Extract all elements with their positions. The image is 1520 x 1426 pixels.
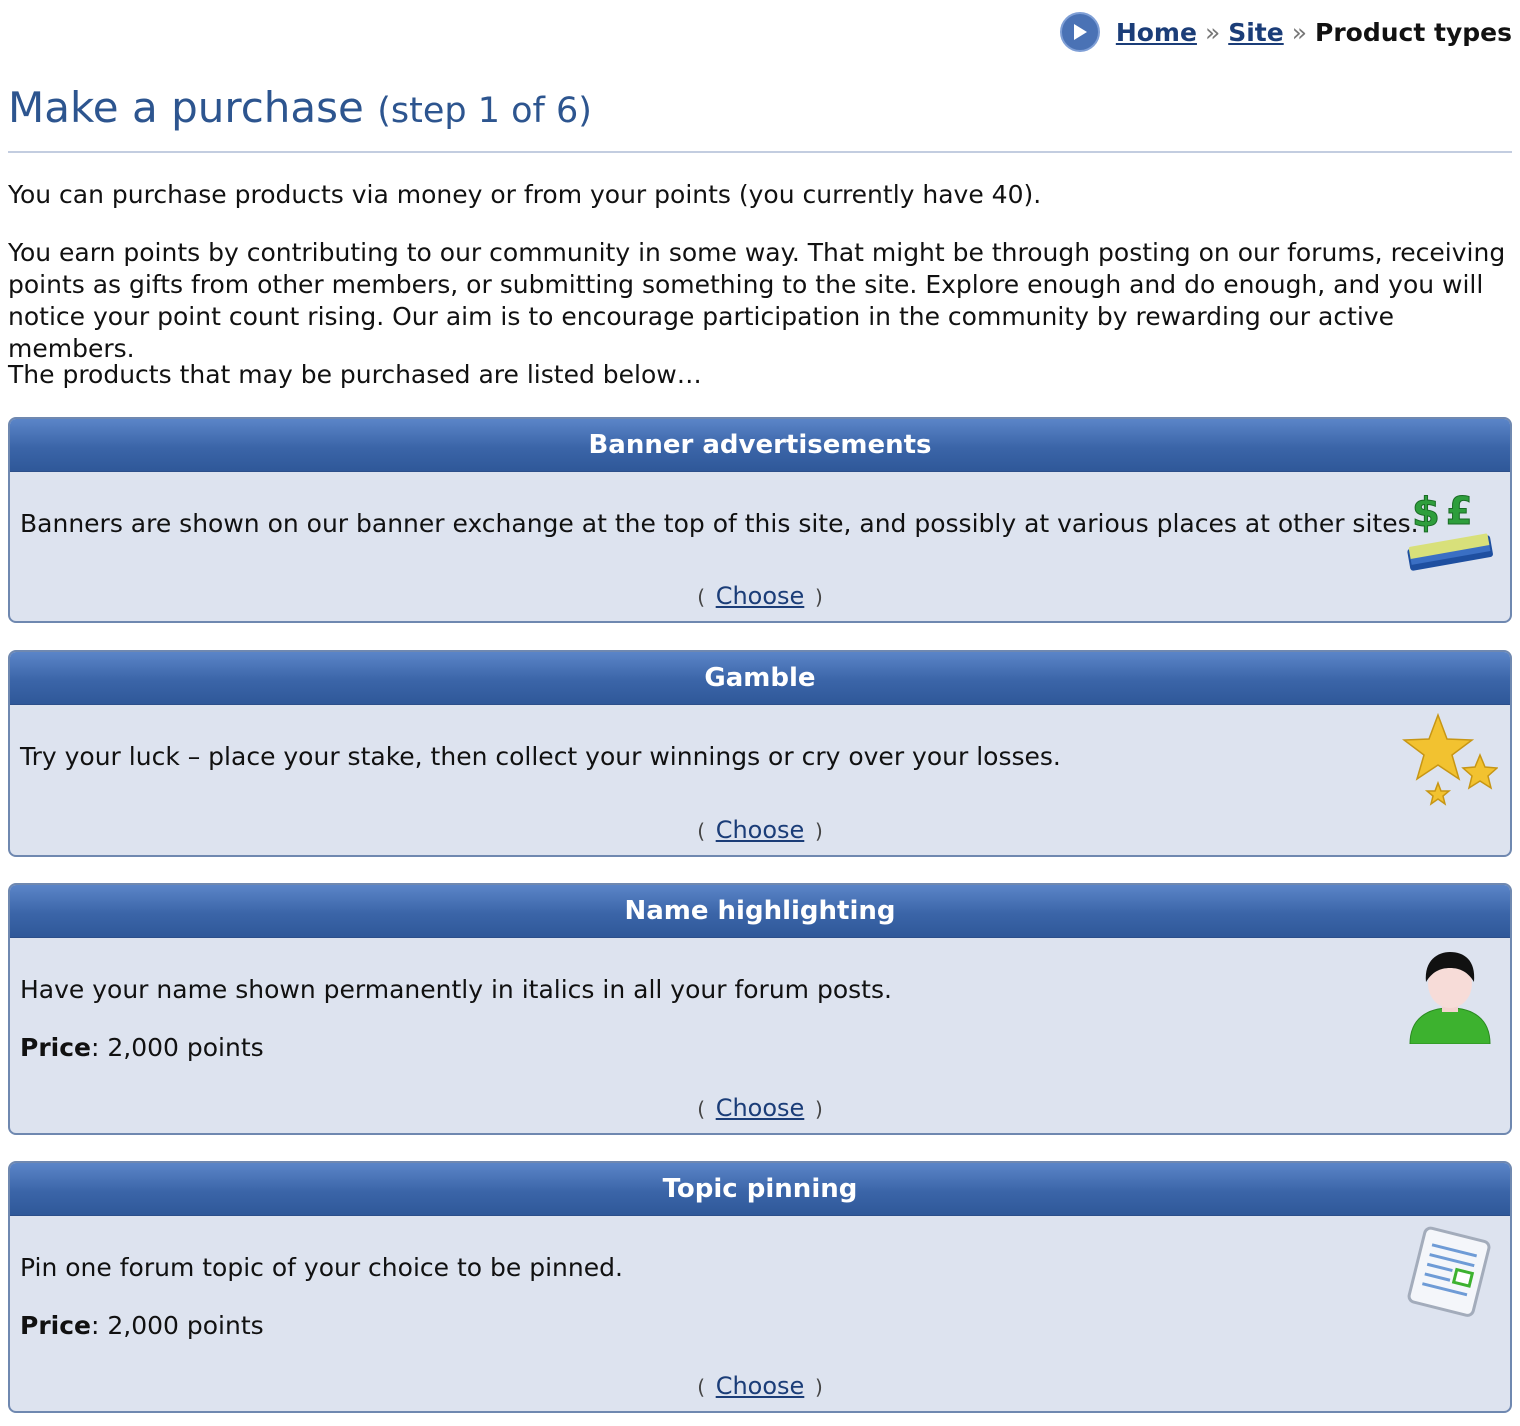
choose-action: ( Choose ) [10,1372,1510,1400]
page-title-text: Make a purchase [8,83,364,132]
money-banner-icon: $ £ [1402,484,1498,580]
product-title: Gamble [10,652,1510,705]
price-label: Price [20,1311,91,1340]
price-value: : 2,000 points [91,1311,264,1340]
product-card-topic-pinning: Topic pinning Pin one forum topic of you… [8,1161,1512,1413]
intro-points-text: You can purchase products via money or f… [8,180,1042,209]
choose-action: ( Choose ) [10,1094,1510,1122]
paren-open: ( [697,819,706,843]
choose-link-banner-advertisements[interactable]: Choose [716,582,805,610]
svg-text:$: $ [1412,490,1440,536]
breadcrumb-home-link[interactable]: Home [1116,18,1197,47]
intro-products-listed-text: The products that may be purchased are l… [8,360,702,389]
svg-text:£: £ [1446,489,1472,533]
product-card-gamble: Gamble Try your luck – place your stake,… [8,650,1512,857]
product-price: Price: 2,000 points [20,1032,264,1064]
breadcrumb-site-link[interactable]: Site [1228,18,1283,47]
breadcrumb-separator: » [1291,17,1308,47]
play-arrow-icon [1059,12,1100,52]
product-title: Name highlighting [10,885,1510,938]
paren-close: ) [814,1375,823,1399]
product-card-banner-advertisements: Banner advertisements Banners are shown … [8,417,1512,623]
choose-action: ( Choose ) [10,582,1510,610]
paren-open: ( [697,1097,706,1121]
product-description: Pin one forum topic of your choice to be… [20,1253,623,1282]
page-step-indicator: (step 1 of 6) [377,91,592,131]
stars-icon [1401,712,1499,809]
product-title: Banner advertisements [10,419,1510,472]
choose-link-topic-pinning[interactable]: Choose [716,1372,805,1400]
paren-open: ( [697,1375,706,1399]
document-icon [1402,1224,1498,1320]
paren-close: ) [814,819,823,843]
product-card-name-highlighting: Name highlighting Have your name shown p… [8,883,1512,1135]
paren-close: ) [814,1097,823,1121]
intro-earn-points-text: You earn points by contributing to our c… [8,238,1506,363]
paren-close: ) [814,585,823,609]
paren-open: ( [697,585,706,609]
price-value: : 2,000 points [91,1033,264,1062]
breadcrumb-separator: » [1204,17,1221,47]
breadcrumb-current: Product types [1315,17,1512,47]
page-title: Make a purchase (step 1 of 6) [8,82,1512,153]
choose-link-gamble[interactable]: Choose [716,816,805,844]
product-title: Topic pinning [10,1163,1510,1216]
breadcrumb: Home » Site » Product types [1059,12,1512,52]
product-description: Try your luck – place your stake, then c… [20,742,1061,771]
choose-link-name-highlighting[interactable]: Choose [716,1094,805,1122]
product-description: Have your name shown permanently in ital… [20,975,892,1004]
price-label: Price [20,1033,91,1062]
product-price: Price: 2,000 points [20,1310,264,1342]
product-description: Banners are shown on our banner exchange… [20,509,1419,538]
choose-action: ( Choose ) [10,816,1510,844]
user-avatar-icon [1402,948,1498,1045]
